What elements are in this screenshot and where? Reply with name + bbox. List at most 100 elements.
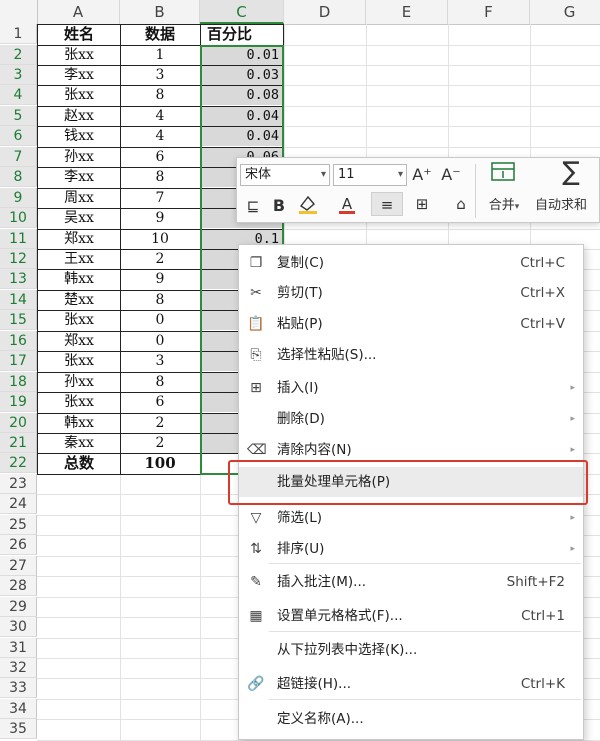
column-header-f[interactable]: F (448, 0, 530, 24)
cell-percent[interactable]: 0.03 (201, 64, 283, 85)
cell-value[interactable]: 8 (120, 372, 200, 392)
cell-value[interactable]: 6 (120, 147, 200, 167)
font-size-select[interactable]: 11 ▾ (333, 164, 407, 186)
total-value-cell[interactable]: 100 (120, 453, 200, 473)
cell-value[interactable]: 2 (120, 433, 200, 453)
cell-value[interactable]: 2 (120, 249, 200, 269)
menu-item[interactable]: ▽ 筛选(L) ▸ (239, 503, 583, 533)
row-header-10[interactable]: 10 (0, 208, 37, 228)
cell-name[interactable]: 吴xx (38, 208, 120, 228)
select-all-corner[interactable] (0, 0, 38, 24)
cell-value[interactable]: 4 (120, 126, 200, 146)
cell-name[interactable]: 郑xx (38, 229, 120, 249)
row-header-23[interactable]: 23 (0, 473, 37, 494)
row-header-26[interactable]: 26 (0, 535, 37, 556)
cell-percent[interactable]: 0.01 (201, 44, 283, 65)
cell-name[interactable]: 周xx (38, 188, 120, 208)
cell-value[interactable]: 8 (120, 85, 200, 105)
cell-name[interactable]: 李xx (38, 65, 120, 85)
row-header-5[interactable]: 5 (0, 105, 37, 126)
row-header-4[interactable]: 4 (0, 85, 37, 106)
menu-item[interactable]: 📋 粘贴(P) Ctrl+V (239, 309, 583, 339)
row-header-22[interactable]: 22 (0, 453, 37, 474)
cell-name[interactable]: 郑xx (38, 331, 120, 351)
row-header-18[interactable]: 18 (0, 371, 37, 392)
fill-color-icon[interactable] (295, 192, 323, 216)
merge-icon[interactable] (489, 160, 517, 188)
row-header-21[interactable]: 21 (0, 433, 37, 453)
bold-button[interactable]: B (269, 194, 289, 218)
row-header-12[interactable]: 12 (0, 248, 37, 269)
cell-value[interactable]: 6 (120, 392, 200, 412)
menu-item[interactable]: ✂ 剪切(T) Ctrl+X (239, 278, 583, 308)
decrease-font-button[interactable]: A⁻ (440, 163, 462, 187)
row-header-8[interactable]: 8 (0, 167, 37, 188)
menu-item[interactable]: 从下拉列表中选择(K)... (239, 635, 583, 665)
header-cell-data[interactable]: 数据 (120, 24, 200, 44)
cell-value[interactable]: 8 (120, 167, 200, 187)
column-header-a[interactable]: A (37, 0, 120, 24)
column-header-c[interactable]: C (200, 0, 284, 24)
row-header-29[interactable]: 29 (0, 596, 37, 617)
menu-item[interactable]: ▦ 设置单元格格式(F)... Ctrl+1 (239, 601, 583, 631)
cell-name[interactable]: 楚xx (38, 290, 120, 310)
cell-name[interactable]: 韩xx (38, 413, 120, 433)
row-header-31[interactable]: 31 (0, 637, 37, 658)
header-cell-name[interactable]: 姓名 (38, 24, 120, 44)
cell-value[interactable]: 2 (120, 413, 200, 433)
cell-value[interactable]: 9 (120, 269, 200, 289)
row-header-9[interactable]: 9 (0, 187, 37, 208)
row-header-30[interactable]: 30 (0, 617, 37, 637)
cell-name[interactable]: 张xx (38, 85, 120, 105)
cell-value[interactable]: 8 (120, 290, 200, 310)
column-header-e[interactable]: E (366, 0, 448, 24)
row-header-13[interactable]: 13 (0, 269, 37, 290)
font-name-select[interactable]: 宋体 ▾ (240, 164, 330, 186)
row-header-15[interactable]: 15 (0, 310, 37, 331)
increase-font-button[interactable]: A⁺ (411, 163, 433, 187)
menu-item[interactable]: ✎ 插入批注(M)... Shift+F2 (239, 567, 583, 597)
clear-format-icon[interactable]: ⌂ (449, 192, 473, 216)
cell-name[interactable]: 张xx (38, 392, 120, 412)
menu-item[interactable]: 删除(D) ▸ (239, 404, 583, 434)
row-header-34[interactable]: 34 (0, 698, 37, 719)
header-cell-percent[interactable]: 百分比 (201, 24, 283, 44)
menu-item[interactable]: 定义名称(A)... (239, 704, 583, 734)
cell-percent[interactable]: 0.04 (201, 105, 283, 126)
autosum-icon[interactable]: ∑ (551, 159, 591, 185)
cell-name[interactable]: 秦xx (38, 433, 120, 453)
menu-item[interactable]: ⎘ 选择性粘贴(S)... (239, 340, 583, 370)
merge-button[interactable]: 合并▾ (481, 194, 527, 218)
align-center-icon[interactable]: ≡ (371, 192, 403, 216)
cell-name[interactable]: 李xx (38, 167, 120, 187)
row-header-32[interactable]: 32 (0, 657, 37, 678)
row-header-1[interactable]: 1 (0, 24, 37, 44)
menu-item[interactable]: ⊞ 插入(I) ▸ (239, 373, 583, 403)
menu-item[interactable]: ⇅ 排序(U) ▸ (239, 534, 583, 564)
cell-name[interactable]: 赵xx (38, 106, 120, 126)
row-header-28[interactable]: 28 (0, 576, 37, 597)
cell-name[interactable]: 王xx (38, 249, 120, 269)
row-header-16[interactable]: 16 (0, 330, 37, 351)
cell-percent[interactable]: 0.08 (201, 85, 283, 106)
cell-value[interactable]: 7 (120, 188, 200, 208)
row-header-19[interactable]: 19 (0, 392, 37, 413)
row-header-2[interactable]: 2 (0, 44, 37, 65)
row-header-20[interactable]: 20 (0, 412, 37, 433)
autosum-button[interactable]: 自动求和 (535, 194, 600, 218)
menu-item[interactable]: 批量处理单元格(P) (239, 467, 583, 497)
row-header-24[interactable]: 24 (0, 494, 37, 515)
row-header-27[interactable]: 27 (0, 555, 37, 576)
column-header-b[interactable]: B (120, 0, 200, 24)
row-header-25[interactable]: 25 (0, 514, 37, 535)
row-header-6[interactable]: 6 (0, 126, 37, 147)
cell-percent[interactable]: 0.04 (201, 126, 283, 147)
cell-value[interactable]: 0 (120, 310, 200, 330)
cell-name[interactable]: 孙xx (38, 147, 120, 167)
menu-item[interactable]: 🔗 超链接(H)... Ctrl+K (239, 669, 583, 699)
row-header-11[interactable]: 11 (0, 228, 37, 249)
cell-value[interactable]: 10 (120, 229, 200, 249)
menu-item[interactable]: ❐ 复制(C) Ctrl+C (239, 248, 583, 278)
cell-value[interactable]: 4 (120, 106, 200, 126)
cell-value[interactable]: 3 (120, 351, 200, 371)
